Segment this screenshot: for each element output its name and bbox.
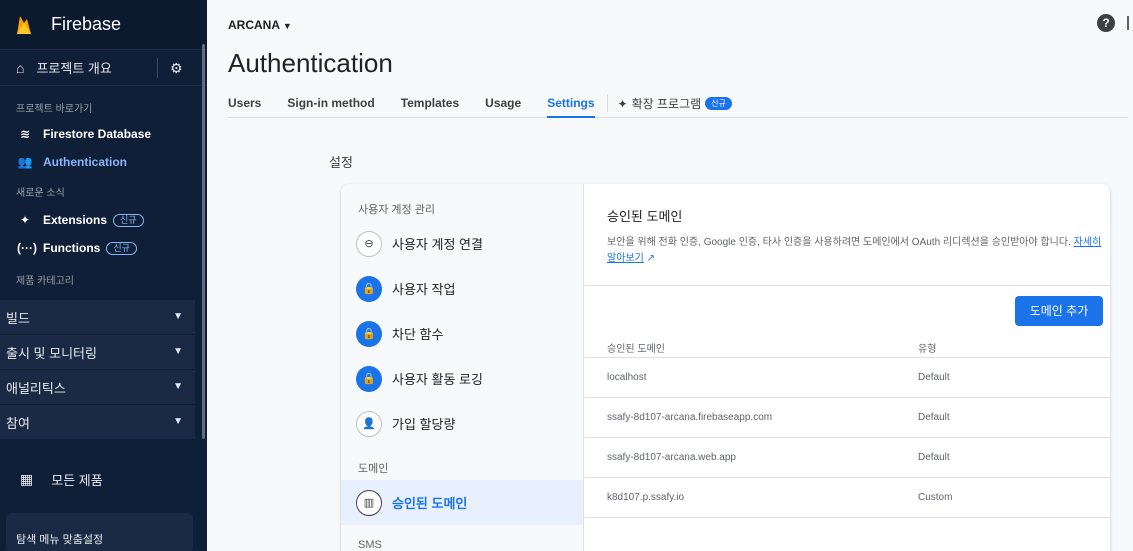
customize-nav-tip[interactable]: 탐색 메뉴 맞춤설정 bbox=[6, 513, 193, 551]
nav-item-user-actions[interactable]: 🔒 사용자 작업 bbox=[341, 266, 583, 311]
category-analytics[interactable]: 애널리틱스 ▼ bbox=[0, 370, 195, 405]
overview-label: 프로젝트 개요 bbox=[36, 61, 112, 76]
main-area: ARCANA ▼ ? Authentication Users Sign-in … bbox=[207, 0, 1133, 551]
tab-sign-in-method[interactable]: Sign-in method bbox=[287, 88, 374, 118]
news-title: 새로운 소식 bbox=[16, 187, 65, 199]
extensions-icon: ✦ bbox=[617, 96, 628, 111]
nav-item-signup-quota[interactable]: 👤 가입 할당량 bbox=[341, 401, 583, 446]
page-title: Authentication bbox=[228, 48, 393, 78]
settings-nav: 사용자 계정 관리 ⊖ 사용자 계정 연결 🔒 사용자 작업 🔒 차단 함수 🔒… bbox=[341, 184, 584, 551]
add-domain-button[interactable]: 도메인 추가 bbox=[1015, 296, 1103, 326]
col-header-type: 유형 bbox=[918, 344, 937, 355]
table-row[interactable]: ssafy-8d107-arcana.web.app Default bbox=[585, 438, 1110, 478]
authorized-domains-content: 승인된 도메인 보안을 위해 전화 인증, Google 인증, 타사 인증을 … bbox=[585, 184, 1110, 551]
caret-down-icon: ▼ bbox=[282, 21, 292, 31]
category-build[interactable]: 빌드 ▼ bbox=[0, 300, 195, 335]
grid-icon: ▦ bbox=[20, 470, 34, 487]
user-section-title: 사용자 계정 관리 bbox=[358, 204, 435, 216]
gear-icon[interactable]: ⚙ bbox=[170, 60, 183, 77]
project-overview-item[interactable]: ⌂ 프로젝트 개요 ⚙ bbox=[0, 50, 207, 86]
sidebar-item-authentication[interactable]: 👥 Authentication bbox=[0, 148, 207, 176]
extensions-icon: ✦ bbox=[19, 213, 31, 227]
sms-section-title: SMS bbox=[358, 539, 382, 551]
help-icon[interactable]: ? bbox=[1097, 14, 1115, 32]
sidebar: Firebase ⌂ 프로젝트 개요 ⚙ 프로젝트 바로가기 ≋ Firesto… bbox=[0, 0, 207, 551]
chevron-down-icon: ▼ bbox=[173, 311, 183, 322]
lock-icon: 🔒 bbox=[356, 275, 382, 302]
domain-section-title: 도메인 bbox=[358, 463, 389, 475]
new-badge: 신규 bbox=[113, 213, 144, 227]
category-engage[interactable]: 참여 ▼ bbox=[0, 405, 195, 440]
chevron-down-icon: ▼ bbox=[173, 416, 183, 427]
domains-table-header: 승인된 도메인 유형 bbox=[585, 330, 1110, 358]
external-link-icon[interactable]: ↗ bbox=[647, 253, 655, 264]
category-release[interactable]: 출시 및 모니터링 ▼ bbox=[0, 335, 195, 370]
nav-item-blocking-functions[interactable]: 🔒 차단 함수 bbox=[341, 311, 583, 356]
firebase-logo-icon bbox=[17, 15, 31, 34]
chevron-down-icon: ▼ bbox=[173, 381, 183, 392]
all-products-item[interactable]: ▦ 모든 제품 bbox=[0, 454, 207, 504]
categories-title: 제품 카테고리 bbox=[16, 275, 74, 287]
building-icon: ▥ bbox=[356, 489, 382, 516]
settings-panel: 사용자 계정 관리 ⊖ 사용자 계정 연결 🔒 사용자 작업 🔒 차단 함수 🔒… bbox=[341, 184, 1110, 551]
col-header-domain: 승인된 도메인 bbox=[607, 344, 665, 355]
sidebar-item-extensions[interactable]: ✦ Extensions 신규 bbox=[0, 206, 207, 234]
wifi-icon: ≋ bbox=[19, 127, 31, 141]
tab-templates[interactable]: Templates bbox=[401, 88, 459, 118]
sidebar-item-functions[interactable]: (···) Functions 신규 bbox=[0, 234, 207, 262]
content-heading: 승인된 도메인 bbox=[607, 209, 683, 224]
table-row[interactable]: ssafy-8d107-arcana.firebaseapp.com Defau… bbox=[585, 398, 1110, 438]
functions-icon: (···) bbox=[17, 241, 37, 255]
nav-item-authorized-domains[interactable]: ▥ 승인된 도메인 bbox=[341, 480, 583, 525]
project-selector[interactable]: ARCANA ▼ bbox=[228, 18, 292, 32]
content-description: 보안을 위해 전화 인증, Google 인증, 타사 인증을 사용하려면 도메… bbox=[607, 237, 1102, 264]
sidebar-scrollbar[interactable] bbox=[202, 44, 205, 439]
lock-icon: 🔒 bbox=[356, 320, 382, 347]
settings-heading: 설정 bbox=[329, 155, 353, 170]
tab-settings[interactable]: Settings bbox=[547, 88, 595, 118]
tab-usage[interactable]: Usage bbox=[485, 88, 521, 118]
tab-users[interactable]: Users bbox=[228, 88, 261, 118]
nav-item-activity-logging[interactable]: 🔒 사용자 활동 로깅 bbox=[341, 356, 583, 401]
chevron-down-icon: ▼ bbox=[173, 346, 183, 357]
lock-icon: 🔒 bbox=[356, 365, 382, 392]
tab-bar: Users Sign-in method Templates Usage Set… bbox=[228, 88, 1128, 118]
tab-extensions[interactable]: ✦ 확장 프로그램 신규 bbox=[618, 88, 732, 118]
link-icon: ⊖ bbox=[356, 230, 382, 257]
sidebar-item-firestore[interactable]: ≋ Firestore Database bbox=[0, 120, 207, 148]
users-icon: 👥 bbox=[17, 155, 33, 169]
shortcuts-title: 프로젝트 바로가기 bbox=[16, 103, 93, 115]
new-badge: 신규 bbox=[705, 97, 732, 110]
home-icon: ⌂ bbox=[16, 59, 25, 76]
brand-name[interactable]: Firebase bbox=[51, 14, 121, 35]
new-badge: 신규 bbox=[106, 241, 137, 255]
table-row[interactable]: k8d107.p.ssafy.io Custom bbox=[585, 478, 1110, 518]
sidebar-header: Firebase bbox=[0, 0, 207, 50]
user-settings-icon: 👤 bbox=[356, 410, 382, 437]
table-row[interactable]: localhost Default bbox=[585, 358, 1110, 398]
nav-item-account-linking[interactable]: ⊖ 사용자 계정 연결 bbox=[341, 221, 583, 266]
